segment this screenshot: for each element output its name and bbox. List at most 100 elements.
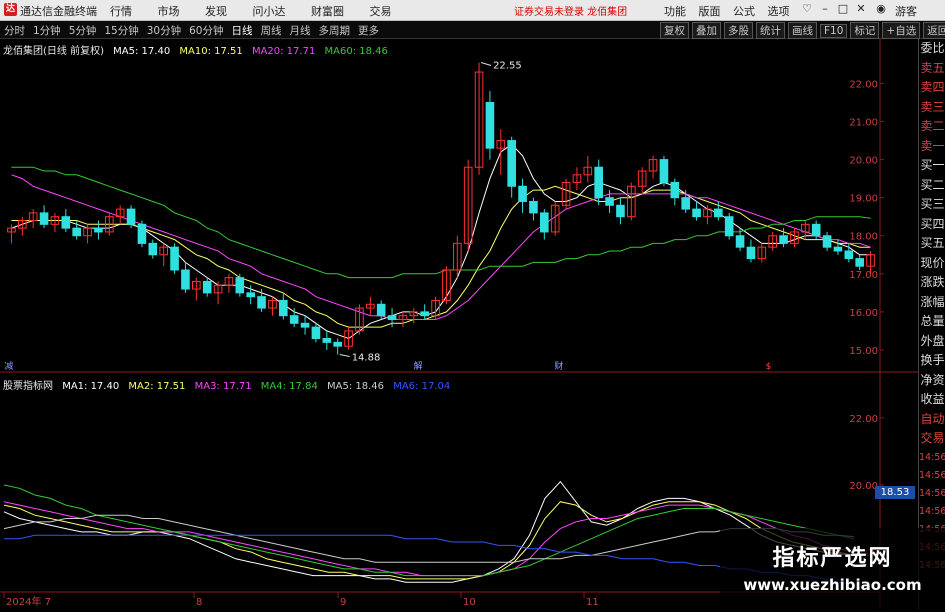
toolbar-button-2[interactable]: 多股 [724,22,753,39]
toolbar-button-3[interactable]: 统计 [756,22,785,39]
menu-item-wealth[interactable]: 财富圈 [311,3,344,19]
ma-line-ma60 [11,166,871,279]
candle-body [485,101,495,149]
indicator-legend: 股票指标网 MA1: 17.40 MA2: 17.51 MA3: 17.71 M… [3,377,456,392]
tool-menu: 功能 版面 公式 选项 [664,3,799,19]
candle-body [605,197,614,206]
event-marker: 解 [414,360,423,372]
period-tab-8[interactable]: 月线 [290,23,311,38]
sidebar-item-9[interactable]: 买四 [919,215,945,235]
menu-item-discover[interactable]: 发现 [205,3,227,19]
sidebar-item-22[interactable]: 14:56 [919,467,945,485]
tool-layout[interactable]: 版面 [699,3,721,19]
candle-body [616,204,625,218]
sidebar-item-18[interactable]: 收益 [919,390,945,410]
app-logo-icon: 达 [4,3,17,16]
sidebar-item-15[interactable]: 外盘 [919,332,945,352]
candle-body [170,246,179,271]
indicator-tick-label: 22.00 [849,414,878,425]
sidebar-item-10[interactable]: 买五 [919,234,945,254]
sidebar-item-17[interactable]: 净资 [919,371,945,391]
period-tab-9[interactable]: 多周期 [319,23,351,38]
period-tab-0[interactable]: 分时 [4,23,25,38]
sidebar-item-23[interactable]: 14:56 [919,485,945,503]
login-notice[interactable]: 证券交易未登录 龙佰集团 [514,3,627,18]
sidebar-item-12[interactable]: 涨跌 [919,273,945,293]
sidebar-item-0[interactable]: 委比 [919,39,945,59]
time-axis-label: 8 [196,597,202,608]
menu-item-trade[interactable]: 交易 [370,3,392,19]
menu-item-markets[interactable]: 市场 [158,3,180,19]
close-icon[interactable]: ✕ [854,2,868,16]
sidebar-item-16[interactable]: 换手 [919,351,945,371]
chart-area[interactable]: 15.00 16.00 17.00 18.00 19.00 20.00 21.00 22.00… [0,39,918,609]
period-tab-2[interactable]: 5分钟 [69,23,97,38]
price-tick-label: 18.00 [849,232,878,243]
candle-body [279,299,288,317]
price-tick-label: 17.00 [849,270,878,281]
sidebar-item-3[interactable]: 卖三 [919,98,945,118]
tool-function[interactable]: 功能 [664,3,686,19]
time-axis-label: 9 [340,597,346,608]
period-tab-3[interactable]: 15分钟 [104,23,138,38]
candle-body [670,181,680,199]
period-tab-7[interactable]: 周线 [261,23,282,38]
quote-sidebar: 委比 卖五 卖四 卖三 卖二 卖一 买一 买二 买三 买四 买五 现价 涨跌 涨幅 总量 外盘 换手 净资 收益 自动… [918,39,945,609]
legend-ma3: MA3: 17.71 [194,381,252,392]
period-tab-5[interactable]: 60分钟 [189,23,223,38]
period-tab-1[interactable]: 1分钟 [33,23,61,38]
sidebar-item-2[interactable]: 卖四 [919,78,945,98]
candle-body [235,277,245,294]
period-tab-6[interactable]: 日线 [232,23,253,38]
legend-ma5: MA5: 17.40 [113,46,171,57]
toolbar-button-6[interactable]: 标记 [850,22,880,39]
shirt-icon[interactable]: ♡ [800,2,814,16]
price-tick-label: 15.00 [849,346,878,357]
sidebar-item-13[interactable]: 涨幅 [919,293,945,313]
candle-body [126,208,136,225]
candle-body [94,227,103,233]
sidebar-item-19[interactable]: 自动 [919,410,945,430]
price-tick-label: 21.00 [849,118,878,129]
menu-item-ask[interactable]: 问小达 [253,3,286,19]
price-annotation: 14.88 [352,353,381,364]
profile-icon[interactable]: ◉ [874,2,888,16]
toolbar-button-5[interactable]: F10 [820,24,848,38]
sidebar-item-20[interactable]: 交易 [919,429,945,449]
toolbar-button-8[interactable]: 返回 [923,22,945,39]
toolbar-button-7[interactable]: +自选 [882,22,921,39]
sidebar-item-21[interactable]: 14:56 [919,449,945,467]
sidebar-item-11[interactable]: 现价 [919,254,945,274]
toolbar-button-4[interactable]: 画线 [788,22,817,39]
sidebar-item-7[interactable]: 买二 [919,176,945,196]
maximize-icon[interactable]: □ [836,2,850,16]
legend-ma1: MA1: 17.40 [62,381,120,392]
candle-body [518,185,527,202]
sidebar-item-24[interactable]: 14:56 [919,503,945,521]
sidebar-item-8[interactable]: 买三 [919,195,945,215]
watermark-url: www.xuezhibiao.com [743,576,922,594]
minimize-icon[interactable]: – [818,2,832,16]
menu-item-market[interactable]: 行情 [110,3,132,19]
period-tab-10[interactable]: 更多 [358,23,379,38]
sidebar-item-6[interactable]: 买一 [919,156,945,176]
candle-body [746,246,756,260]
price-tick-label: 16.00 [849,308,878,319]
stock-charts[interactable]: 15.00 16.00 17.00 18.00 19.00 20.00 21.00 22.00… [0,39,918,609]
tool-formula[interactable]: 公式 [733,3,755,19]
sidebar-item-4[interactable]: 卖二 [919,117,945,137]
period-tab-4[interactable]: 30分钟 [147,23,181,38]
candle-body [811,223,821,237]
sidebar-item-1[interactable]: 卖五 [919,59,945,79]
candle-body [855,258,864,267]
toolbar-button-0[interactable]: 复权 [660,22,689,39]
tool-options[interactable]: 选项 [768,3,790,19]
chart-toolbar: 复权 叠加 多股 统计 画线 F10 标记 +自选 返回 [660,22,945,39]
sidebar-item-14[interactable]: 总量 [919,312,945,332]
candle-body [659,159,669,183]
toolbar-button-1[interactable]: 叠加 [692,22,721,39]
sidebar-item-5[interactable]: 卖一 [919,137,945,157]
legend-ma6: MA6: 17.04 [393,381,451,392]
guest-label[interactable]: 游客 [895,3,917,19]
indicator-tick-label: 20.00 [849,481,878,492]
